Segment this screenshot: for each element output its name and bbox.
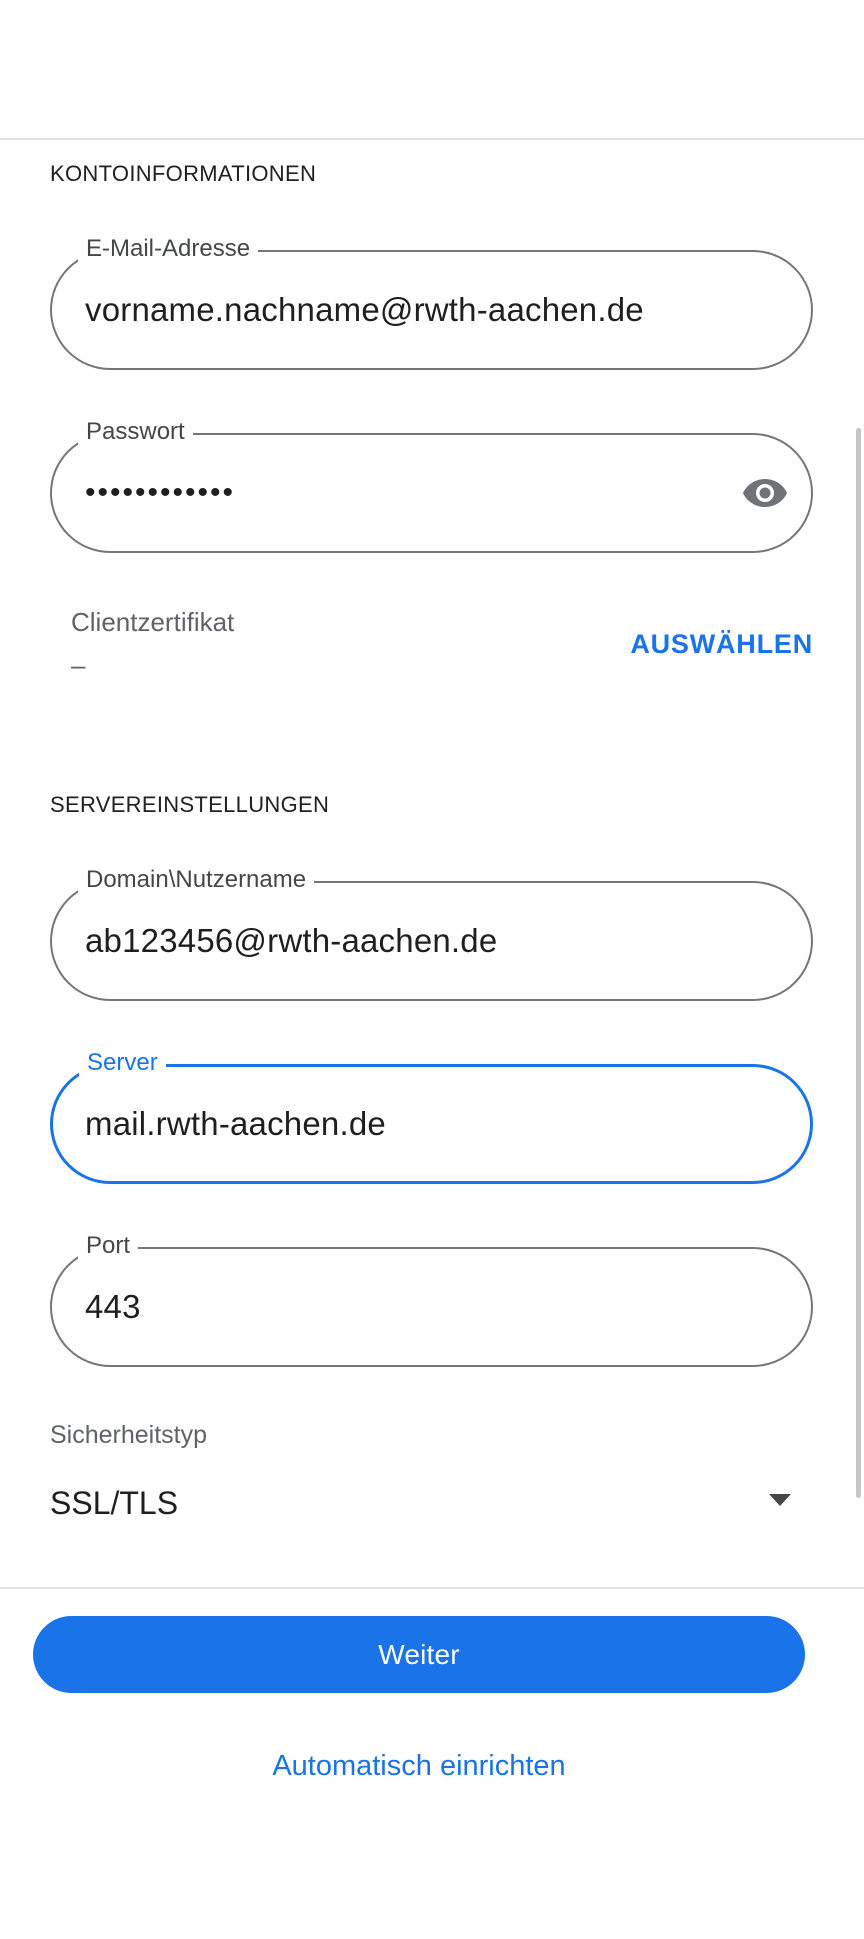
server-value[interactable]: mail.rwth-aachen.de bbox=[85, 1066, 386, 1182]
bottom-divider bbox=[0, 1587, 864, 1589]
username-field[interactable]: Domain\Nutzername ab123456@rwth-aachen.d… bbox=[50, 865, 813, 1001]
username-value[interactable]: ab123456@rwth-aachen.de bbox=[85, 883, 497, 999]
server-section-header: SERVEREINSTELLUNGEN bbox=[50, 792, 330, 817]
select-certificate-button[interactable]: AUSWÄHLEN bbox=[630, 629, 813, 660]
scrollbar[interactable] bbox=[856, 428, 861, 1498]
security-type-value[interactable]: SSL/TLS bbox=[50, 1485, 178, 1522]
client-certificate-value: – bbox=[71, 650, 86, 680]
password-value[interactable]: •••••••••••• bbox=[85, 435, 235, 551]
next-button[interactable]: Weiter bbox=[33, 1616, 805, 1693]
eye-icon[interactable] bbox=[741, 471, 789, 515]
port-field[interactable]: Port 443 bbox=[50, 1231, 813, 1367]
client-certificate-label: Clientzertifikat bbox=[71, 607, 235, 637]
security-type-label: Sicherheitstyp bbox=[50, 1421, 208, 1449]
account-section-header: KONTOINFORMATIONEN bbox=[50, 161, 317, 186]
dropdown-arrow-icon[interactable] bbox=[760, 1480, 800, 1520]
top-bar bbox=[0, 0, 864, 138]
auto-setup-button[interactable]: Automatisch einrichten bbox=[0, 1750, 838, 1783]
email-field[interactable]: E-Mail-Adresse vorname.nachname@rwth-aac… bbox=[50, 234, 813, 370]
email-value[interactable]: vorname.nachname@rwth-aachen.de bbox=[85, 252, 644, 368]
port-value[interactable]: 443 bbox=[85, 1249, 141, 1365]
password-field[interactable]: Passwort •••••••••••• bbox=[50, 417, 813, 553]
server-field[interactable]: Server mail.rwth-aachen.de bbox=[50, 1048, 813, 1184]
top-divider bbox=[0, 138, 864, 140]
